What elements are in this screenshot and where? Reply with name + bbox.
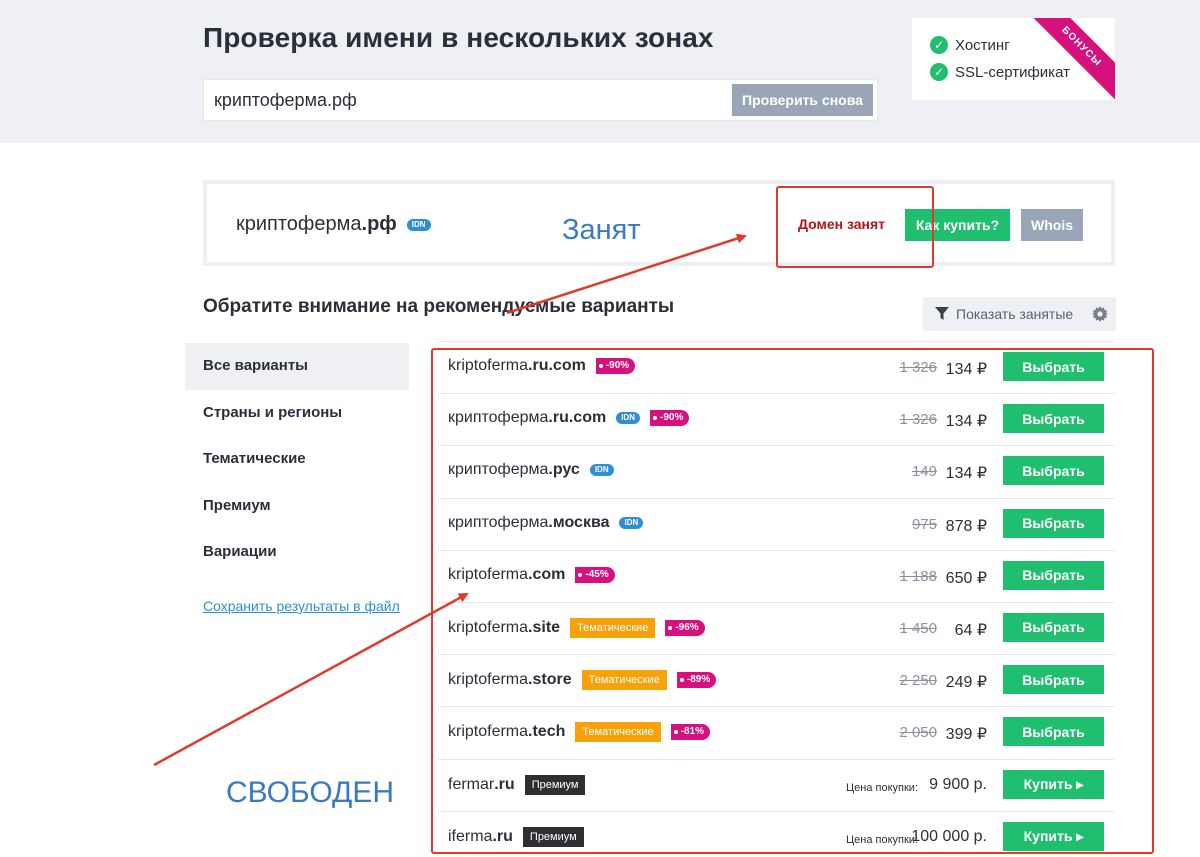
arrow-to-free [153,592,469,767]
page-root: Проверка имени в нескольких зонах Провер… [0,0,1200,857]
arrow-to-taken [506,233,747,315]
annotation-arrows [153,233,747,767]
